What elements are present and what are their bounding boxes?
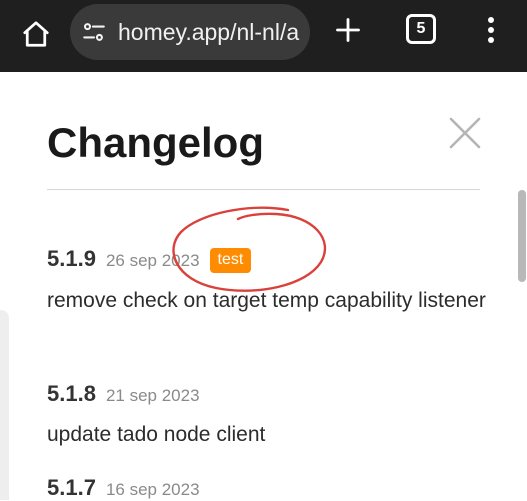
- address-bar[interactable]: homey.app/nl-nl/a: [70, 4, 310, 60]
- close-button[interactable]: [448, 116, 482, 150]
- entry-version: 5.1.9: [47, 246, 96, 271]
- changelog-entry-header: 5.1.9 26 sep 2023 test: [47, 246, 252, 275]
- site-settings-button[interactable]: [80, 18, 108, 46]
- tab-count: 5: [416, 20, 426, 37]
- entry-description: remove check on target temp capability l…: [47, 289, 486, 312]
- close-icon: [449, 117, 481, 149]
- entry-version: 5.1.8: [47, 381, 96, 406]
- entry-date: 16 sep 2023: [105, 480, 200, 499]
- home-button[interactable]: [16, 14, 56, 54]
- more-menu-button[interactable]: [476, 12, 506, 48]
- url-text[interactable]: homey.app/nl-nl/a: [118, 19, 299, 46]
- new-tab-button[interactable]: [330, 12, 366, 48]
- plus-icon: [336, 18, 360, 42]
- browser-toolbar: homey.app/nl-nl/a 5: [0, 0, 527, 72]
- entry-date: 21 sep 2023: [105, 386, 200, 405]
- tab-switcher-button[interactable]: 5: [406, 14, 436, 44]
- background-panel-edge: [0, 310, 9, 500]
- site-settings-icon: [83, 23, 105, 41]
- home-icon: [23, 21, 49, 47]
- entry-version: 5.1.7: [47, 475, 96, 500]
- entry-tag-badge: test: [209, 248, 252, 273]
- page-title: Changelog: [47, 119, 264, 166]
- entry-date: 26 sep 2023: [105, 251, 200, 270]
- more-vert-icon: [488, 17, 494, 43]
- scrollbar-thumb[interactable]: [518, 190, 526, 282]
- entry-description: update tado node client: [47, 423, 266, 446]
- changelog-entry-header: 5.1.7 16 sep 2023: [47, 475, 200, 501]
- changelog-entry-header: 5.1.8 21 sep 2023: [47, 381, 200, 407]
- title-divider: [47, 189, 480, 190]
